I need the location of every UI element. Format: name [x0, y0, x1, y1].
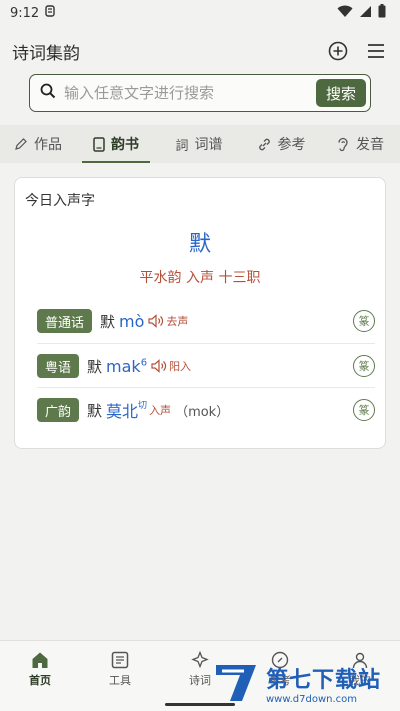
tab-ci-patterns[interactable]: 詞 词谱 — [156, 125, 242, 163]
tools-icon — [111, 651, 129, 669]
tab-reference[interactable]: 参考 — [242, 125, 320, 163]
book-icon — [93, 136, 105, 152]
search-input[interactable] — [56, 78, 316, 108]
row-character: 默 — [87, 401, 103, 420]
speaker-icon — [148, 314, 164, 328]
search-icon — [40, 83, 56, 103]
daily-character-card: 今日入声字 默 平水韵 入声 十三职 普通话 默 mò 去声 篆 粤语 默 ma… — [14, 177, 386, 449]
row-character: 默 — [87, 357, 103, 376]
tone-label: 阳入 — [169, 360, 192, 373]
tab-label: 词谱 — [194, 137, 223, 153]
tab-pronunciation[interactable]: 发音 — [320, 125, 400, 163]
tone-label: 去声 — [166, 315, 189, 328]
nav-label: 首页 — [29, 674, 51, 687]
watermark-logo-icon — [216, 665, 256, 701]
pencil-icon — [15, 138, 27, 150]
app-bar: 诗词集韵 — [0, 34, 400, 68]
watermark: 第七下载站 www.d7down.com — [212, 660, 398, 706]
status-bar: 9:12 — [0, 0, 400, 26]
add-button[interactable] — [326, 39, 350, 63]
link-icon — [258, 138, 270, 150]
jyutping: mak6 — [106, 356, 148, 376]
pronunciation-row-cantonese: 粤语 默 mak6 阳入 篆 — [37, 344, 375, 388]
seal-script-button[interactable]: 篆 — [353, 310, 375, 332]
badge-guangyun: 广韵 — [37, 398, 80, 422]
row-character: 默 — [100, 312, 116, 331]
tab-label: 作品 — [34, 137, 62, 153]
notification-icon — [45, 5, 55, 21]
seal-icon: 篆 — [358, 360, 370, 373]
rhyme-category[interactable]: 平水韵 入声 十三职 — [15, 267, 385, 287]
watermark-url: www.d7down.com — [266, 693, 358, 705]
card-title: 今日入声字 — [25, 193, 95, 209]
speaker-button[interactable] — [148, 314, 164, 328]
pinyin: mò — [119, 311, 145, 331]
nav-label: 工具 — [109, 674, 131, 687]
hamburger-icon — [368, 44, 384, 58]
add-circle-icon — [328, 41, 348, 61]
nav-home[interactable]: 首页 — [0, 641, 80, 711]
seal-script-button[interactable]: 篆 — [353, 355, 375, 377]
ci-icon: 詞 — [175, 138, 189, 154]
tab-works[interactable]: 作品 — [0, 125, 76, 163]
watermark-text: 第七下载站 — [266, 667, 382, 693]
badge-cantonese: 粤语 — [37, 354, 80, 378]
nav-label: 诗词 — [189, 674, 211, 687]
tab-rhyme-books[interactable]: 韵书 — [76, 125, 156, 163]
seal-icon: 篆 — [358, 404, 370, 417]
badge-mandarin: 普通话 — [37, 309, 93, 333]
battery-icon — [378, 4, 386, 22]
app-title: 诗词集韵 — [12, 43, 80, 64]
nav-tools[interactable]: 工具 — [80, 641, 160, 711]
poem-icon — [191, 651, 209, 669]
seal-icon: 篆 — [358, 315, 370, 328]
home-indicator — [165, 703, 235, 706]
featured-character[interactable]: 默 — [15, 226, 385, 258]
tone-label: 入声 — [149, 404, 172, 417]
home-icon — [32, 652, 48, 668]
tab-label: 韵书 — [111, 137, 139, 153]
search-bar: 搜索 — [29, 74, 371, 112]
tab-label: 发音 — [356, 137, 384, 153]
menu-button[interactable] — [364, 39, 388, 63]
reconstruction: （mok） — [175, 404, 230, 420]
speaker-button[interactable] — [151, 359, 167, 373]
seal-script-button[interactable]: 篆 — [353, 399, 375, 421]
section-tabs: 作品 韵书 詞 词谱 参考 发音 — [0, 125, 400, 163]
tab-label: 参考 — [277, 137, 306, 153]
fanqie[interactable]: 莫北切 — [106, 398, 147, 422]
pronunciation-row-mandarin: 普通话 默 mò 去声 篆 — [37, 299, 375, 343]
pronunciation-row-guangyun: 广韵 默 莫北切 入声 （mok） 篆 — [37, 388, 375, 432]
status-time: 9:12 — [10, 5, 40, 21]
signal-icon — [359, 5, 372, 22]
search-button[interactable]: 搜索 — [316, 79, 366, 107]
wifi-icon — [337, 5, 353, 22]
speaker-icon — [151, 359, 167, 373]
ear-icon — [338, 137, 348, 151]
